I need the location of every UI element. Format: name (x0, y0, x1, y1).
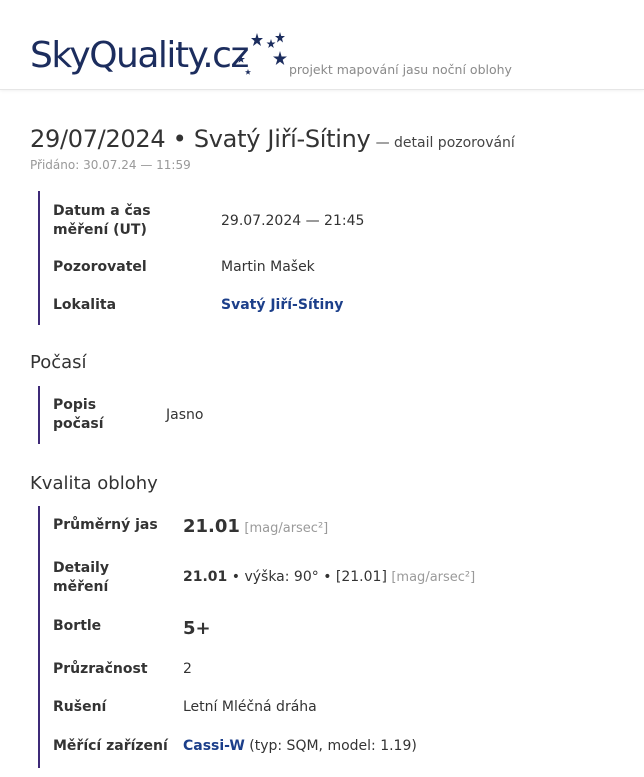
location-label: Lokalita (53, 297, 117, 313)
transparency-row: Průzračnost 2 (40, 660, 580, 680)
detail-row-location: Lokalita Svatý Jiří-Sítiny (40, 296, 580, 316)
avg-brightness-unit: [mag/arsec²] (244, 521, 329, 536)
measurement-details-extra: • výška: 90° • [21.01] (231, 569, 387, 585)
measurement-details-row: Detaily měření 21.01 • výška: 90° • [21.… (40, 559, 580, 599)
transparency-value: 2 (183, 661, 192, 677)
device-info: (typ: SQM, model: 1.19) (249, 738, 417, 754)
detail-row-datetime: Datum a čas měření (UT) 29.07.2024 — 21:… (40, 202, 580, 242)
sky-quality-heading: Kvalita oblohy (30, 473, 158, 494)
measurement-details-unit: [mag/arsec²] (391, 570, 476, 585)
transparency-label: Průzračnost (53, 661, 148, 677)
page-subtitle: — detail pozorování (375, 135, 515, 151)
site-logo[interactable]: SkyQuality.cz (30, 38, 249, 74)
disturbance-label: Rušení (53, 699, 107, 715)
device-value-wrap: Cassi-W (typ: SQM, model: 1.19) (183, 737, 417, 756)
datetime-label: Datum a čas měření (UT) (53, 203, 151, 238)
sky-quality-details: Průměrný jas 21.01 [mag/arsec²] Detaily … (38, 506, 598, 768)
stars-logo-icon (237, 32, 287, 75)
disturbance-row: Rušení Letní Mléčná dráha (40, 698, 580, 718)
disturbance-value: Letní Mléčná dráha (183, 699, 317, 715)
bortle-label: Bortle (53, 618, 102, 634)
avg-brightness-label: Průměrný jas (53, 517, 158, 533)
observer-value: Martin Mašek (221, 259, 315, 275)
datetime-value: 29.07.2024 — 21:45 (221, 213, 365, 229)
page-title-row: 29/07/2024 • Svatý Jiří-Sítiny — detail … (30, 125, 515, 153)
weather-details: Popis počasí Jasno (38, 386, 598, 444)
site-tagline: projekt mapování jasu noční oblohy (289, 62, 512, 77)
weather-row: Popis počasí Jasno (40, 396, 580, 436)
detail-row-observer: Pozorovatel Martin Mašek (40, 258, 580, 278)
page-title: 29/07/2024 • Svatý Jiří-Sítiny (30, 125, 371, 153)
weather-description-label: Popis počasí (53, 397, 104, 432)
site-header: SkyQuality.cz projekt mapování jasu nočn… (0, 0, 644, 90)
bortle-row: Bortle 5+ (40, 617, 580, 643)
measurement-details-value-wrap: 21.01 • výška: 90° • [21.01] [mag/arsec²… (183, 568, 475, 587)
device-link[interactable]: Cassi-W (183, 738, 245, 754)
added-timestamp: Přidáno: 30.07.24 — 11:59 (30, 158, 191, 172)
device-row: Měřící zařízení Cassi-W (typ: SQM, model… (40, 737, 580, 757)
measurement-details-label: Detaily měření (53, 560, 109, 595)
bortle-value: 5+ (183, 618, 211, 639)
weather-description-value: Jasno (166, 407, 204, 423)
avg-brightness-value: 21.01 (183, 516, 240, 537)
device-label: Měřící zařízení (53, 738, 168, 754)
measurement-details-value: 21.01 (183, 569, 228, 585)
avg-brightness-value-wrap: 21.01 [mag/arsec²] (183, 517, 328, 538)
observation-details: Datum a čas měření (UT) 29.07.2024 — 21:… (38, 191, 598, 325)
location-link[interactable]: Svatý Jiří-Sítiny (221, 296, 343, 315)
weather-heading: Počasí (30, 352, 87, 373)
avg-brightness-row: Průměrný jas 21.01 [mag/arsec²] (40, 516, 580, 546)
observer-label: Pozorovatel (53, 259, 147, 275)
